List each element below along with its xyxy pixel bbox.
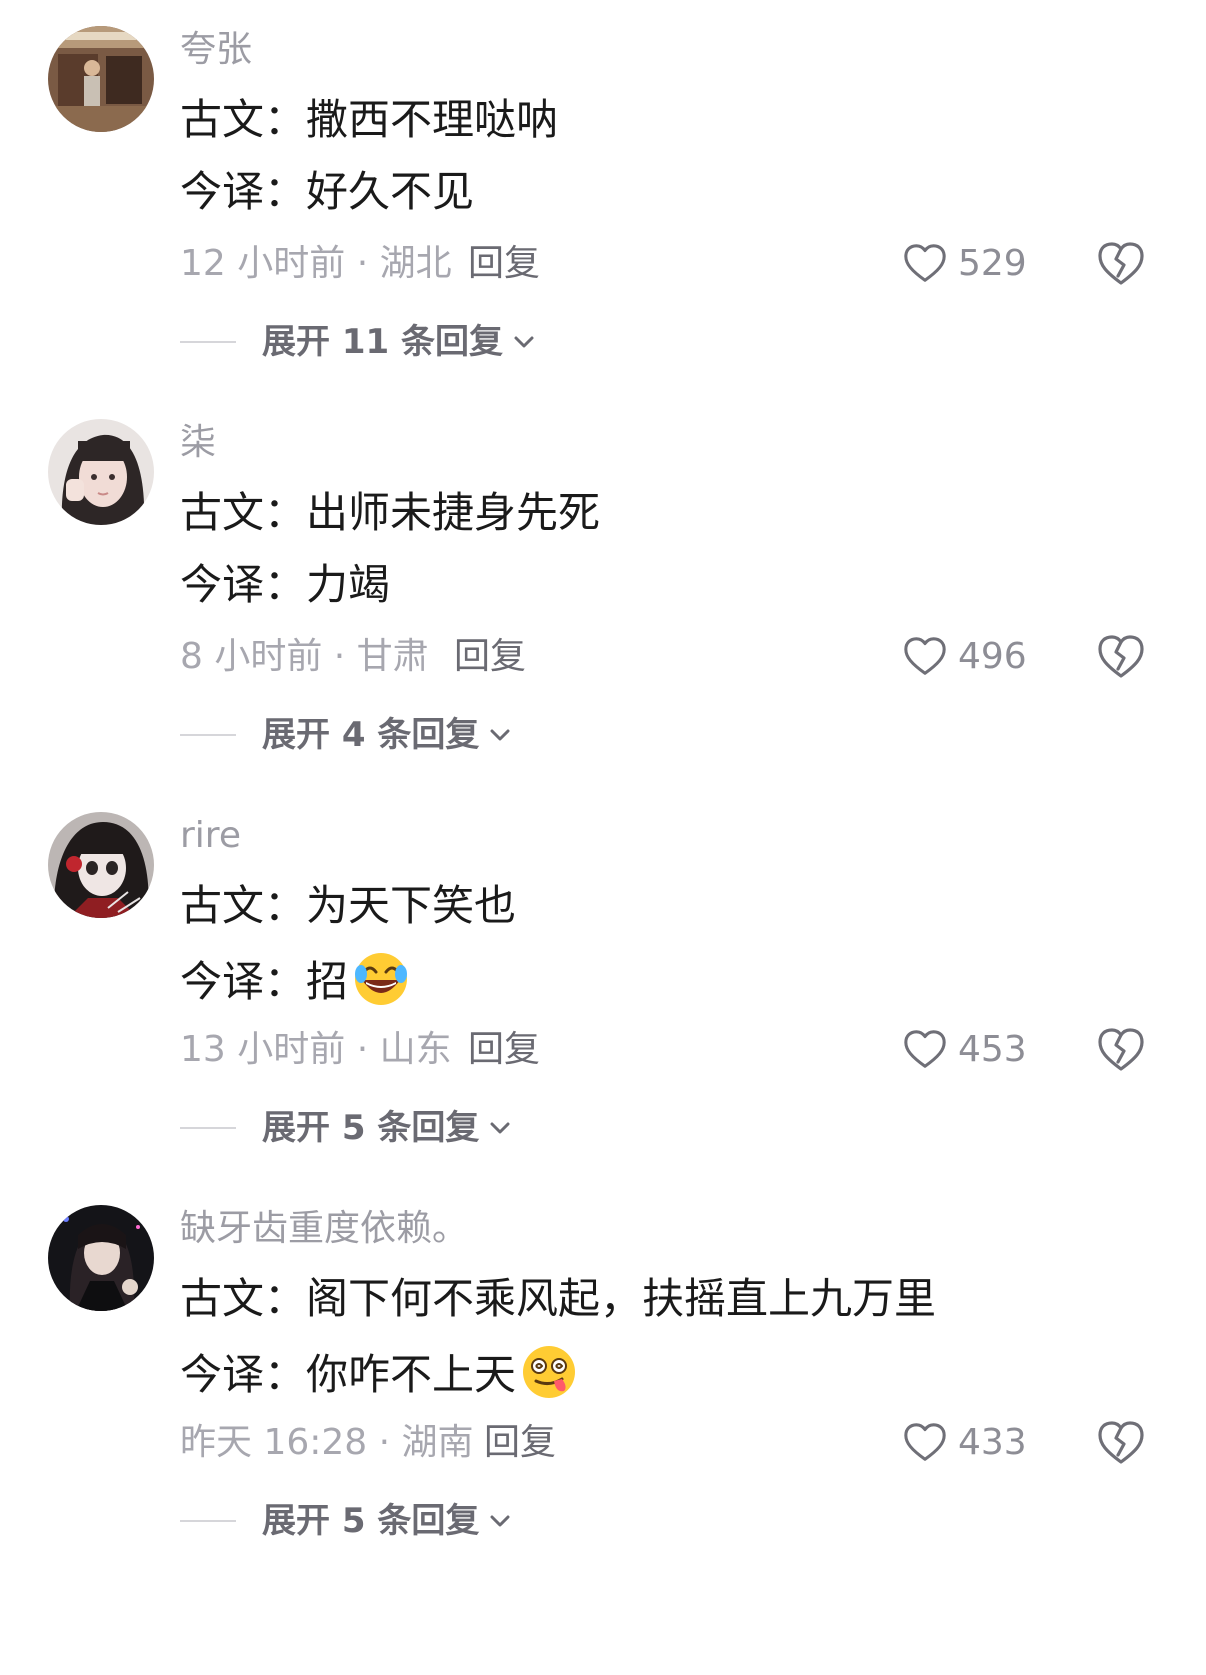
translation-prefix: 今译： xyxy=(180,167,307,216)
time-location: 昨天 16:28 · 湖南 xyxy=(180,1422,474,1463)
dislike-button[interactable] xyxy=(1095,631,1147,683)
like-button[interactable]: 529 xyxy=(902,236,1027,292)
translation-text: 你咋不上天 xyxy=(306,1350,517,1399)
comment-translation-line: 今译：你咋不上天 xyxy=(180,1343,578,1403)
comment-translation-line: 今译：好久不见 xyxy=(180,164,474,220)
reply-button[interactable]: 回复 xyxy=(468,240,540,288)
expand-replies-button[interactable]: 展开 4 条回复 xyxy=(180,711,513,759)
divider xyxy=(180,1520,236,1522)
comment-translation-line: 今译：招 xyxy=(180,950,410,1010)
broken-heart-icon xyxy=(1098,635,1144,678)
avatar[interactable] xyxy=(48,419,154,525)
comment-original-line: 古文：为天下笑也 xyxy=(180,878,516,934)
chevron-down-icon xyxy=(490,1122,510,1134)
rolling-laughing-emoji xyxy=(352,950,410,1008)
comment-original-line: 古文：撒西不理哒呐 xyxy=(180,92,558,148)
broken-heart-icon xyxy=(1098,1421,1144,1464)
username[interactable]: 缺牙齿重度依赖。 xyxy=(180,1205,468,1253)
like-button[interactable]: 453 xyxy=(902,1022,1027,1078)
comment-original-line: 古文：出师未捷身先死 xyxy=(180,485,600,541)
heart-outline-icon xyxy=(904,1030,946,1068)
comment-item: 夸张 古文：撒西不理哒呐 今译：好久不见 12 小时前 · 湖北 回复 529 … xyxy=(0,0,1206,418)
divider xyxy=(180,341,236,343)
chevron-down-icon xyxy=(490,1515,510,1527)
time-location: 12 小时前 · 湖北 xyxy=(180,243,452,284)
translation-text: 招 xyxy=(306,957,349,1006)
comment-item: 缺牙齿重度依赖。 古文：阁下何不乘风起，扶摇直上九万里 今译：你咋不上天 昨天 … xyxy=(0,1179,1206,1597)
like-count: 496 xyxy=(958,636,1027,677)
like-count: 433 xyxy=(958,1422,1027,1463)
heart-outline-icon xyxy=(904,637,946,675)
original-text: 阁下何不乘风起，扶摇直上九万里 xyxy=(306,1274,937,1323)
dizzy-tongue-emoji xyxy=(520,1343,578,1401)
time-location: 13 小时前 · 山东 xyxy=(180,1029,452,1070)
chevron-down-icon xyxy=(490,729,510,741)
like-count: 453 xyxy=(958,1029,1027,1070)
expand-replies-label: 展开 4 条回复 xyxy=(262,715,480,755)
expand-replies-label: 展开 5 条回复 xyxy=(262,1501,480,1541)
dislike-button[interactable] xyxy=(1095,238,1147,290)
username[interactable]: 柒 xyxy=(180,419,216,467)
reply-button[interactable]: 回复 xyxy=(484,1419,556,1467)
username[interactable]: rire xyxy=(180,812,241,860)
comment-item: rire 古文：为天下笑也 今译：招 13 小时前 · 山东 回复 453 展开… xyxy=(0,786,1206,1204)
reply-button[interactable]: 回复 xyxy=(454,633,526,681)
dislike-button[interactable] xyxy=(1095,1417,1147,1469)
expand-replies-button[interactable]: 展开 5 条回复 xyxy=(180,1104,513,1152)
translation-prefix: 今译： xyxy=(180,957,307,1006)
heart-outline-icon xyxy=(904,1423,946,1461)
username[interactable]: 夸张 xyxy=(180,26,252,74)
comment-translation-line: 今译：力竭 xyxy=(180,557,390,613)
heart-outline-icon xyxy=(904,244,946,282)
avatar[interactable] xyxy=(48,1205,154,1311)
time-location: 8 小时前 · 甘肃 xyxy=(180,636,429,677)
divider xyxy=(180,734,236,736)
dislike-button[interactable] xyxy=(1095,1024,1147,1076)
avatar[interactable] xyxy=(48,812,154,918)
translation-prefix: 今译： xyxy=(180,560,307,609)
comment-list: 夸张 古文：撒西不理哒呐 今译：好久不见 12 小时前 · 湖北 回复 529 … xyxy=(0,0,1206,1675)
like-button[interactable]: 496 xyxy=(902,629,1027,685)
original-prefix: 古文： xyxy=(180,488,307,537)
divider xyxy=(180,1127,236,1129)
original-prefix: 古文： xyxy=(180,95,307,144)
like-count: 529 xyxy=(958,243,1027,284)
translation-text: 好久不见 xyxy=(306,167,475,216)
avatar[interactable] xyxy=(48,26,154,132)
expand-replies-button[interactable]: 展开 5 条回复 xyxy=(180,1497,513,1545)
original-prefix: 古文： xyxy=(180,881,307,930)
broken-heart-icon xyxy=(1098,1028,1144,1071)
comment-original-line: 古文：阁下何不乘风起，扶摇直上九万里 xyxy=(180,1271,936,1327)
expand-replies-label: 展开 11 条回复 xyxy=(262,322,503,362)
comment-item: 柒 古文：出师未捷身先死 今译：力竭 8 小时前 · 甘肃 回复 496 展开 … xyxy=(0,393,1206,811)
chevron-down-icon xyxy=(514,336,534,348)
like-button[interactable]: 433 xyxy=(902,1415,1027,1471)
original-text: 出师未捷身先死 xyxy=(306,488,601,537)
translation-text: 力竭 xyxy=(306,560,391,609)
expand-replies-button[interactable]: 展开 11 条回复 xyxy=(180,318,537,366)
translation-prefix: 今译： xyxy=(180,1350,307,1399)
original-prefix: 古文： xyxy=(180,1274,307,1323)
original-text: 为天下笑也 xyxy=(306,881,517,930)
reply-button[interactable]: 回复 xyxy=(468,1026,540,1074)
expand-replies-label: 展开 5 条回复 xyxy=(262,1108,480,1148)
original-text: 撒西不理哒呐 xyxy=(306,95,559,144)
broken-heart-icon xyxy=(1098,242,1144,285)
